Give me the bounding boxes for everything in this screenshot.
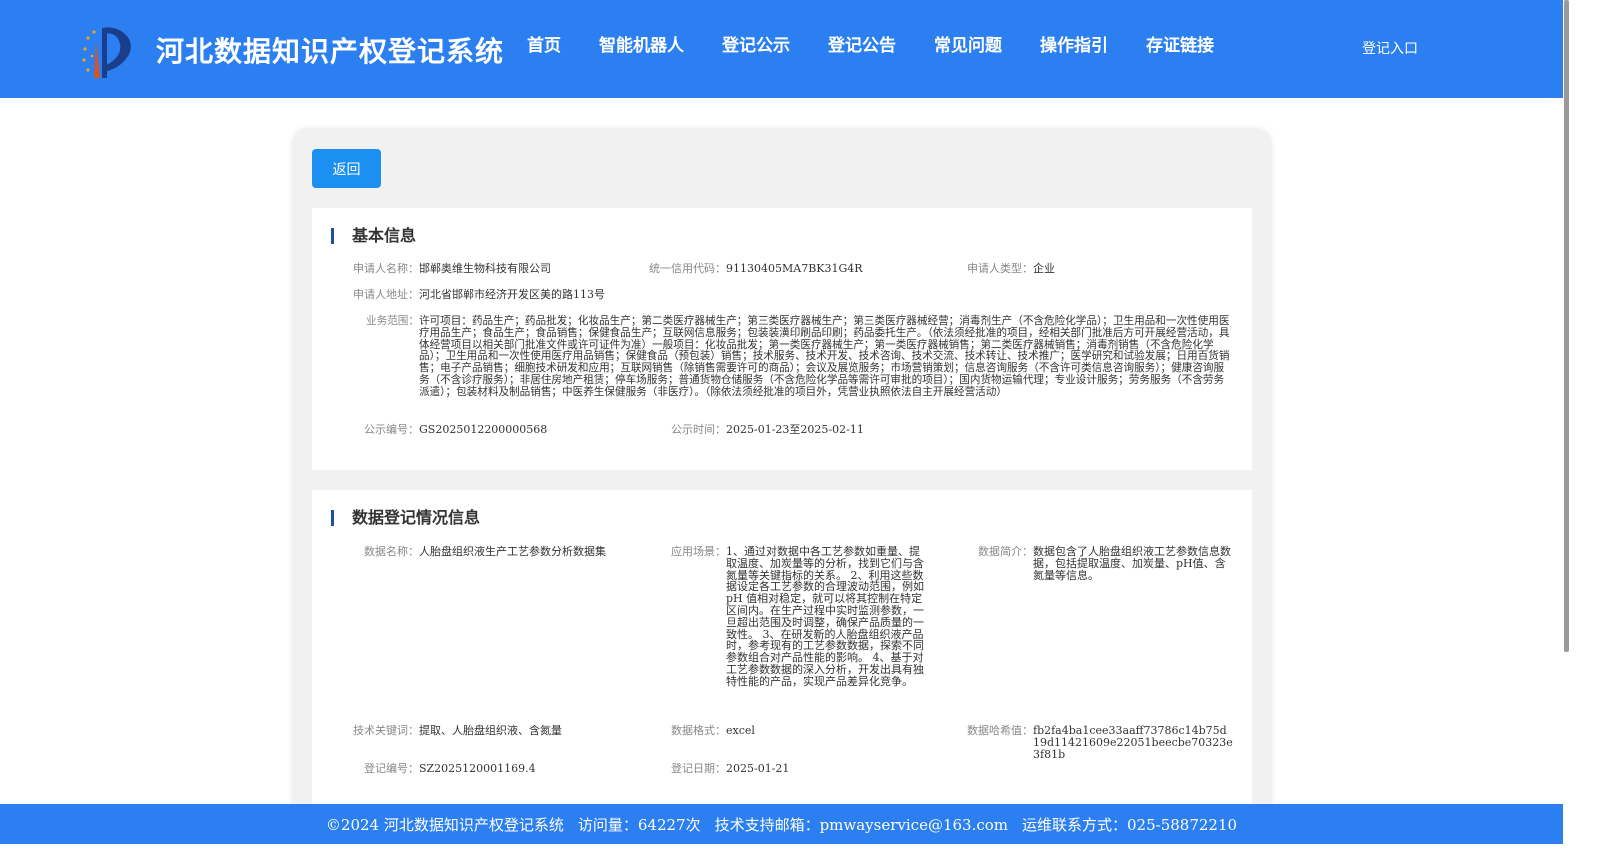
data-name-field: 数据名称： 人胎盘组织液生产工艺参数分析数据集: [364, 545, 611, 558]
basic-info-card: 基本信息 申请人名称： 邯郸奥维生物科技有限公司 统一信用代码： 9113040…: [312, 208, 1252, 470]
summary-field: 数据简介： 数据包含了人胎盘组织液工艺参数信息数据，包括提取温度、加炭量、pH值…: [978, 545, 1231, 582]
scenario-field: 应用场景： 1、通过对数据中各工艺参数如重量、提取温度、加炭量等的分析，找到它们…: [671, 545, 924, 688]
nav-guide[interactable]: 操作指引: [1021, 34, 1127, 58]
nav-evidence-link[interactable]: 存证链接: [1127, 34, 1233, 58]
footer-email: 技术支持邮箱：pmwayservice@163.com: [714, 815, 1009, 834]
nav-robot[interactable]: 智能机器人: [580, 34, 703, 58]
business-scope-value: 许可项目：药品生产；药品批发；化妆品生产；第二类医疗器械生产；第三类医疗器械生产…: [419, 315, 1230, 398]
hash-field: 数据哈希值： fb2fa4ba1cee33aaff73786c14b75d19d…: [967, 724, 1233, 761]
field-label: 技术关键词：: [353, 724, 419, 737]
field-label: 公示编号：: [364, 423, 419, 436]
field-label: 应用场景：: [671, 545, 726, 558]
reg-no-field: 登记编号： SZ2025120001169.4: [364, 762, 619, 775]
nav-faq[interactable]: 常见问题: [915, 34, 1021, 58]
credit-code-field: 统一信用代码： 91130405MA7BK31G4R: [649, 262, 926, 275]
field-label: 申请人名称：: [353, 262, 419, 275]
login-link[interactable]: 登记入口: [1362, 38, 1418, 58]
scrollbar-thumb[interactable]: [1564, 0, 1569, 652]
data-info-title: 数据登记情况信息: [331, 509, 480, 527]
field-label: 数据哈希值：: [967, 724, 1033, 737]
reg-date-value: 2025-01-21: [726, 762, 790, 775]
applicant-address-field: 申请人地址： 河北省邯郸市经济开发区美的路113号: [353, 288, 819, 301]
reg-date-field: 登记日期： 2025-01-21: [671, 762, 926, 775]
summary-value: 数据包含了人胎盘组织液工艺参数信息数据，包括提取温度、加炭量、pH值、含氮量等信…: [1033, 545, 1231, 582]
publicity-no-field: 公示编号： GS2025012200000568: [364, 423, 619, 436]
field-label: 统一信用代码：: [649, 262, 726, 275]
data-name-value: 人胎盘组织液生产工艺参数分析数据集: [419, 545, 606, 558]
applicant-name-value: 邯郸奥维生物科技有限公司: [419, 262, 551, 275]
field-label: 申请人类型：: [967, 262, 1033, 275]
applicant-name-field: 申请人名称： 邯郸奥维生物科技有限公司: [353, 262, 619, 275]
applicant-type-field: 申请人类型： 企业: [967, 262, 1233, 275]
data-info-card: 数据登记情况信息 数据名称： 人胎盘组织液生产工艺参数分析数据集 应用场景： 1…: [312, 490, 1252, 820]
emblem-logo-icon: [82, 27, 131, 78]
business-scope-field: 业务范围： 许可项目：药品生产；药品批发；化妆品生产；第二类医疗器械生产；第三类…: [366, 315, 1232, 399]
field-label: 公示时间：: [671, 423, 726, 436]
footer-bar: ©2024 河北数据知识产权登记系统 访问量：64227次 技术支持邮箱：pmw…: [0, 804, 1563, 844]
keywords-field: 技术关键词： 提取、人胎盘组织液、含氮量: [353, 724, 619, 737]
field-label: 数据格式：: [671, 724, 726, 737]
reg-no-value: SZ2025120001169.4: [419, 762, 536, 775]
applicant-address-value: 河北省邯郸市经济开发区美的路113号: [419, 288, 605, 301]
format-value: excel: [726, 724, 755, 737]
nav-home[interactable]: 首页: [508, 34, 580, 58]
field-label: 数据名称：: [364, 545, 419, 558]
main-nav: 首页 智能机器人 登记公示 登记公告 常见问题 操作指引 存证链接: [508, 34, 1233, 58]
field-label: 业务范围：: [366, 315, 419, 327]
field-label: 登记编号：: [364, 762, 419, 775]
basic-info-title: 基本信息: [331, 227, 416, 245]
bottom-strip: [0, 844, 1563, 861]
publicity-time-value: 2025-01-23至2025-02-11: [726, 423, 864, 436]
nav-publicity[interactable]: 登记公示: [703, 34, 809, 58]
credit-code-value: 91130405MA7BK31G4R: [726, 262, 863, 275]
hash-value: fb2fa4ba1cee33aaff73786c14b75d19d1142160…: [1033, 724, 1233, 761]
format-field: 数据格式： excel: [671, 724, 926, 737]
applicant-type-value: 企业: [1033, 262, 1055, 275]
footer-copyright: ©2024 河北数据知识产权登记系统: [325, 815, 564, 834]
scenario-value: 1、通过对数据中各工艺参数如重量、提取温度、加炭量等的分析，找到它们与含氮量等关…: [726, 545, 924, 688]
publicity-no-value: GS2025012200000568: [419, 423, 548, 436]
site-title: 河北数据知识产权登记系统: [156, 35, 505, 68]
detail-panel: 返回 基本信息 申请人名称： 邯郸奥维生物科技有限公司 统一信用代码： 9113…: [292, 128, 1272, 861]
field-label: 数据简介：: [978, 545, 1033, 558]
publicity-time-field: 公示时间： 2025-01-23至2025-02-11: [671, 423, 976, 436]
footer-phone: 运维联系方式：025-58872210: [1022, 815, 1238, 834]
field-label: 申请人地址：: [353, 288, 419, 301]
back-button[interactable]: 返回: [312, 149, 381, 188]
footer-visits: 访问量：64227次: [577, 815, 701, 834]
top-header: 河北数据知识产权登记系统 首页 智能机器人 登记公示 登记公告 常见问题 操作指…: [0, 0, 1563, 98]
keywords-value: 提取、人胎盘组织液、含氮量: [419, 724, 562, 737]
field-label: 登记日期：: [671, 762, 726, 775]
nav-announcement[interactable]: 登记公告: [809, 34, 915, 58]
